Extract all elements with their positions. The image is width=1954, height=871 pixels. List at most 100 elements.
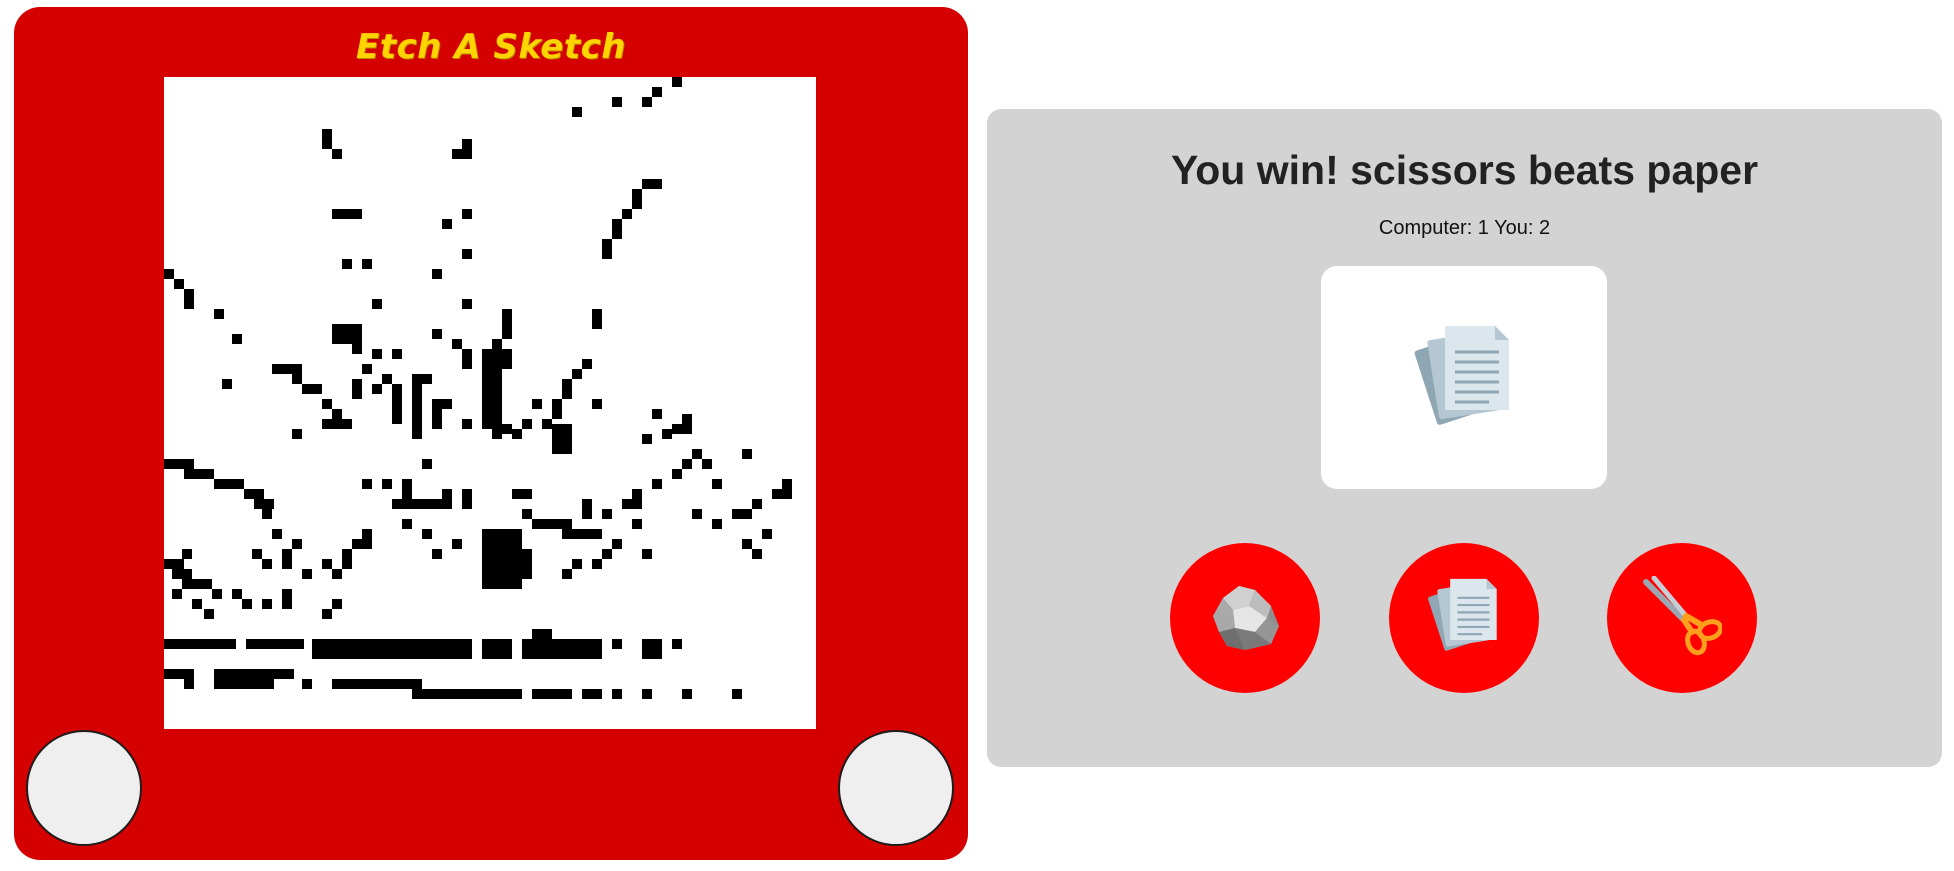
drawn-pixel <box>512 489 532 499</box>
page: Etch A Sketch You win! scissors beats pa… <box>0 0 1954 871</box>
drawn-pixel <box>362 479 372 489</box>
drawing-canvas[interactable] <box>164 77 816 729</box>
drawn-pixel <box>302 569 312 579</box>
etch-a-sketch: Etch A Sketch <box>14 7 968 860</box>
right-knob[interactable] <box>838 730 954 846</box>
drawn-pixel <box>462 299 472 309</box>
drawn-pixel <box>332 599 342 609</box>
drawn-pixel <box>372 384 382 394</box>
drawn-pixel <box>282 364 302 374</box>
drawn-pixel <box>752 549 762 559</box>
drawn-pixel <box>532 399 542 409</box>
drawn-pixel <box>552 399 562 419</box>
drawn-pixel <box>422 459 432 469</box>
drawn-pixel <box>572 369 582 379</box>
drawn-pixel <box>342 549 352 569</box>
drawn-pixel <box>244 489 264 499</box>
drawn-pixel <box>352 379 362 399</box>
drawn-pixel <box>522 419 532 429</box>
drawing-pixels <box>164 77 792 699</box>
drawn-pixel <box>172 569 192 579</box>
drawn-pixel <box>762 529 772 539</box>
drawn-pixel <box>422 689 522 699</box>
drawn-pixel <box>742 449 752 459</box>
drawn-pixel <box>332 409 342 419</box>
drawn-pixel <box>332 569 342 579</box>
drawn-pixel <box>582 689 602 699</box>
drawn-pixel <box>612 689 622 699</box>
drawn-pixel <box>452 339 462 349</box>
drawn-pixel <box>164 639 236 649</box>
drawn-pixel <box>342 419 352 429</box>
drawn-pixel <box>632 189 642 209</box>
drawn-pixel <box>642 639 662 659</box>
drawn-pixel <box>332 324 362 344</box>
scissors-button[interactable] <box>1607 543 1757 693</box>
drawn-pixel <box>682 459 692 469</box>
drawn-pixel <box>312 639 472 659</box>
drawn-pixel <box>362 529 372 539</box>
drawn-pixel <box>182 579 202 589</box>
drawn-pixel <box>782 479 792 499</box>
drawn-pixel <box>292 539 302 549</box>
drawn-pixel <box>214 479 244 489</box>
drawn-pixel <box>552 434 572 454</box>
drawn-pixel <box>442 399 452 409</box>
drawn-pixel <box>502 424 512 434</box>
drawn-pixel <box>482 349 502 429</box>
drawn-pixel <box>462 489 472 509</box>
result-message: You win! scissors beats paper <box>1170 147 1759 193</box>
drawn-pixel <box>302 679 312 689</box>
drawn-pixel <box>522 569 532 579</box>
drawn-pixel <box>322 129 332 149</box>
drawn-pixel <box>302 384 322 394</box>
drawn-pixel <box>652 87 662 97</box>
drawn-pixel <box>772 489 782 499</box>
drawn-pixel <box>292 429 302 439</box>
drawn-pixel <box>212 589 222 599</box>
drawn-pixel <box>262 559 272 569</box>
drawn-pixel <box>246 639 304 649</box>
drawn-pixel <box>412 379 422 399</box>
drawn-pixel <box>442 489 452 499</box>
drawn-pixel <box>332 209 362 219</box>
drawn-pixel <box>242 599 252 609</box>
drawn-pixel <box>552 424 562 434</box>
drawn-pixel <box>462 359 472 369</box>
drawn-pixel <box>352 344 362 354</box>
drawn-pixel <box>462 349 472 359</box>
drawn-pixel <box>622 209 632 219</box>
drawn-pixel <box>192 599 202 609</box>
drawn-pixel <box>382 374 392 384</box>
drawn-pixel <box>622 499 642 509</box>
drawn-pixel <box>612 97 622 107</box>
drawn-pixel <box>652 479 662 489</box>
drawn-pixel <box>632 519 642 529</box>
drawn-pixel <box>442 219 452 229</box>
drawn-pixel <box>432 329 442 339</box>
drawn-pixel <box>602 509 612 519</box>
drawn-pixel <box>712 519 722 529</box>
drawn-pixel <box>652 409 662 419</box>
left-knob[interactable] <box>26 730 142 846</box>
drawn-pixel <box>732 689 742 699</box>
drawn-pixel <box>522 509 532 519</box>
drawn-pixel <box>214 309 224 319</box>
drawn-pixel <box>642 689 652 699</box>
drawn-pixel <box>562 519 572 539</box>
drawn-pixel <box>164 269 174 279</box>
drawn-pixel <box>602 549 612 559</box>
rock-button[interactable] <box>1170 543 1320 693</box>
drawn-pixel <box>612 639 622 649</box>
drawn-pixel <box>432 419 442 429</box>
drawn-pixel <box>522 639 602 659</box>
drawn-pixel <box>172 589 182 599</box>
drawn-pixel <box>342 259 352 269</box>
drawn-pixel <box>332 679 412 689</box>
drawn-pixel <box>682 689 692 699</box>
drawn-pixel <box>272 529 282 539</box>
drawn-pixel <box>214 669 274 689</box>
drawn-pixel <box>452 149 472 159</box>
drawn-pixel <box>492 339 502 349</box>
paper-button[interactable] <box>1389 543 1539 693</box>
